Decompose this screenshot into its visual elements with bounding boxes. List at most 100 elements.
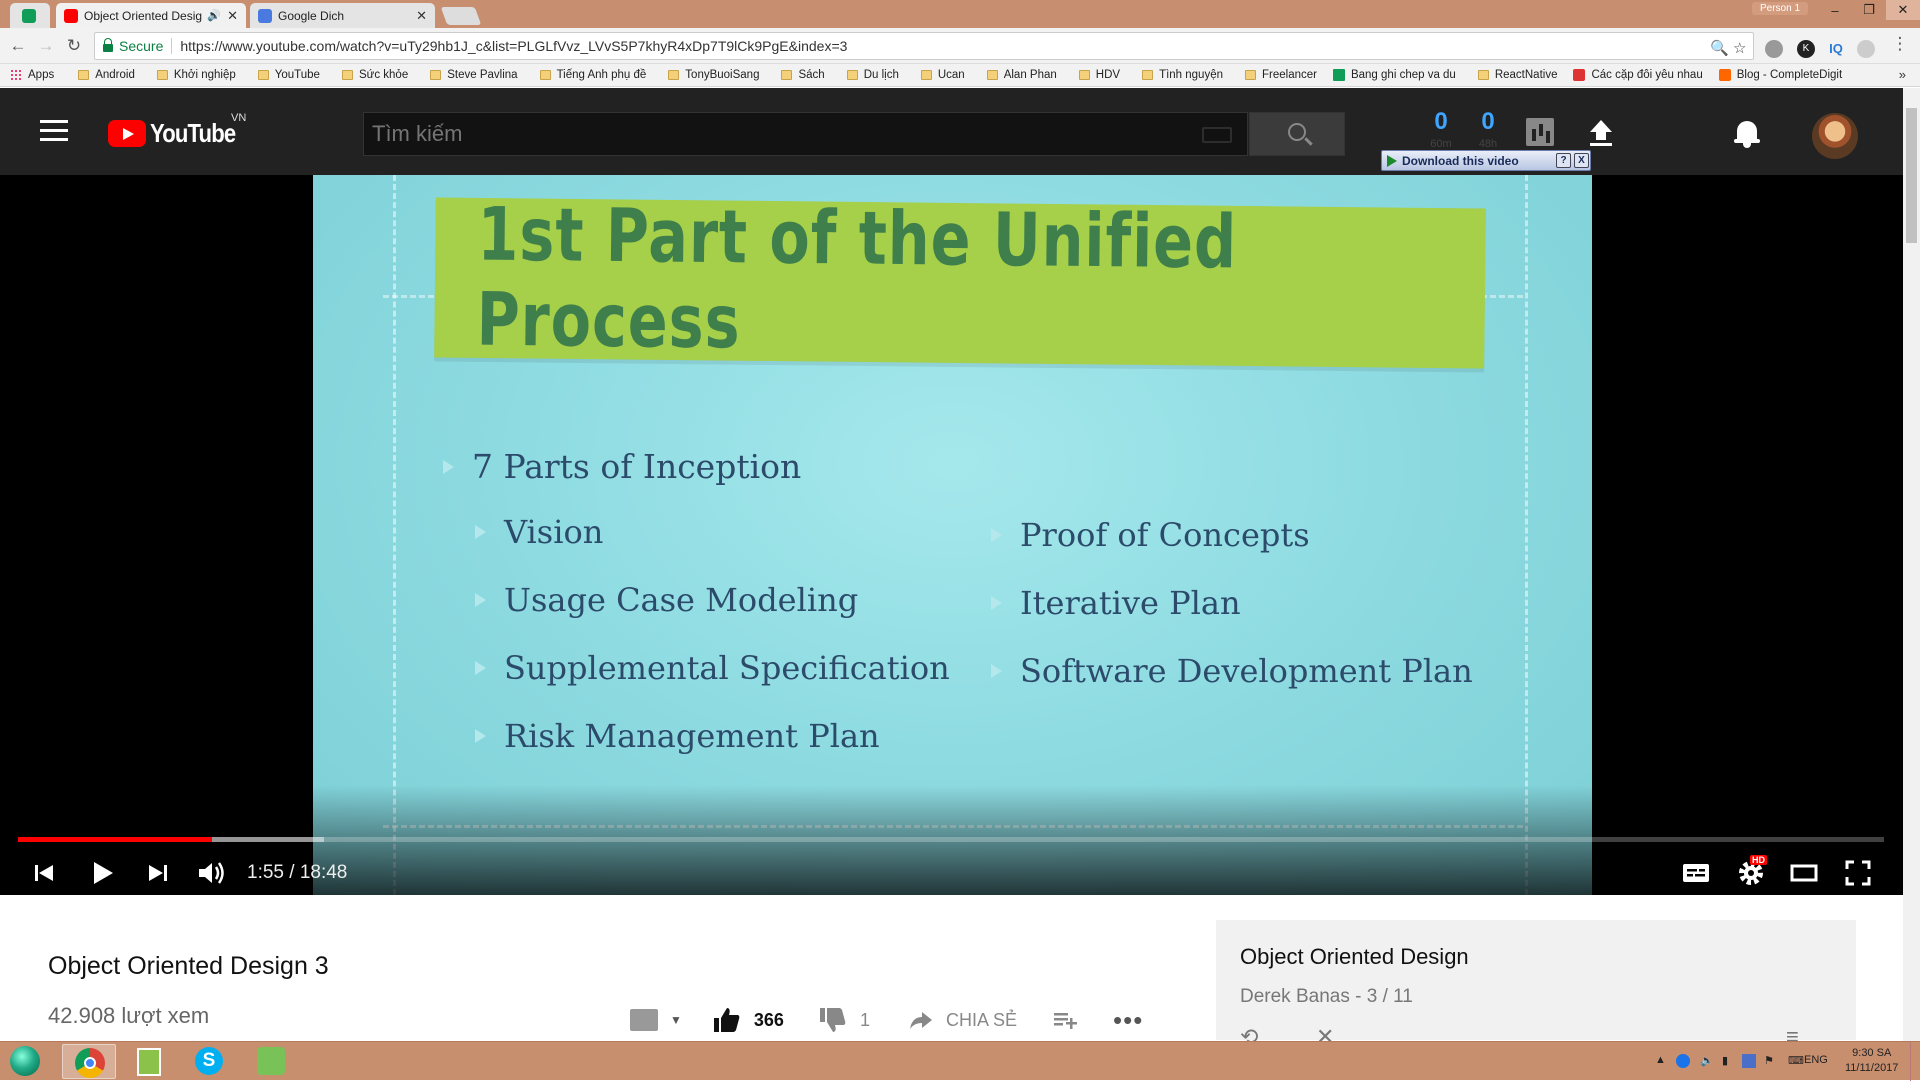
- add-to-playlist-icon[interactable]: [1051, 1006, 1079, 1034]
- menu-icon[interactable]: [40, 120, 68, 142]
- bookmark-item[interactable]: Ucan: [920, 69, 965, 81]
- extension-k-icon[interactable]: K: [1797, 40, 1815, 58]
- reload-icon[interactable]: ↻: [64, 36, 84, 56]
- apps-grid-icon[interactable]: [1662, 122, 1688, 148]
- address-bar[interactable]: Secure https://www.youtube.com/watch?v=u…: [94, 32, 1754, 60]
- zoom-icon[interactable]: 🔍: [1710, 39, 1729, 57]
- bookmark-label: Du lịch: [863, 69, 899, 81]
- youtube-logo[interactable]: YouTube VN: [108, 112, 250, 149]
- bookmark-item[interactable]: Tiếng Anh phụ đề: [539, 69, 646, 81]
- dislike-icon[interactable]: [818, 1005, 848, 1035]
- bookmark-item[interactable]: Freelancer: [1245, 69, 1317, 81]
- extension-icon[interactable]: [1765, 40, 1783, 58]
- bookmark-item[interactable]: Các cặp đôi yêu nhau: [1573, 69, 1703, 81]
- youtube-play-logo-icon: [108, 120, 146, 147]
- bookmark-item[interactable]: Khởi nghiệp: [156, 69, 236, 81]
- keyboard-tray-icon[interactable]: ⌨: [1788, 1054, 1804, 1067]
- next-icon[interactable]: [140, 855, 176, 891]
- close-window-icon[interactable]: ✕: [1886, 0, 1920, 20]
- bullet-main: 7 Parts of Inception: [443, 447, 801, 486]
- extension-iq-icon[interactable]: IQ: [1827, 40, 1845, 58]
- counter-60m[interactable]: 0 60m: [1426, 108, 1456, 150]
- extension-icon[interactable]: [1857, 40, 1875, 58]
- download-video-bar[interactable]: Download this video ? X: [1381, 150, 1591, 171]
- counter-48h[interactable]: 0 48h: [1473, 108, 1503, 150]
- scrollbar-thumb[interactable]: [1906, 108, 1917, 243]
- analytics-icon[interactable]: [1526, 118, 1554, 146]
- tab-youtube[interactable]: Object Oriented Desig 🔊 ✕: [56, 3, 246, 28]
- show-desktop[interactable]: [1910, 1042, 1920, 1081]
- bookmark-item[interactable]: Bang ghi chep va du: [1332, 69, 1456, 81]
- bookmark-apps[interactable]: Apps: [10, 69, 54, 81]
- bookmark-item[interactable]: Steve Pavlina: [430, 69, 518, 81]
- tray-app-icon[interactable]: [1676, 1054, 1690, 1068]
- forward-icon[interactable]: →: [36, 36, 56, 56]
- bookmark-item[interactable]: Blog - CompleteDigit: [1718, 69, 1842, 81]
- video-player[interactable]: 1st Part of the Unified Process 7 Parts …: [0, 175, 1920, 895]
- clock-date: 11/11/2017: [1845, 1062, 1899, 1074]
- volume-icon[interactable]: [193, 855, 229, 891]
- url-text[interactable]: https://www.youtube.com/watch?v=uTy29hb1…: [180, 38, 847, 54]
- folder-icon: [78, 70, 90, 80]
- bookmark-item[interactable]: YouTube: [257, 69, 320, 81]
- bookmark-label: Các cặp đôi yêu nhau: [1591, 69, 1703, 81]
- bullet-text: Software Development Plan: [1020, 652, 1473, 690]
- playlist-title[interactable]: Object Oriented Design: [1240, 944, 1469, 970]
- flag-tray-icon[interactable]: ⚑: [1764, 1054, 1774, 1067]
- bookmark-item[interactable]: Du lịch: [846, 69, 899, 81]
- start-button[interactable]: [10, 1046, 40, 1076]
- bookmark-item[interactable]: Sức khỏe: [341, 69, 408, 81]
- taskbar-notes[interactable]: [122, 1044, 176, 1079]
- more-actions-icon[interactable]: •••: [1113, 1005, 1143, 1036]
- chrome-menu-icon[interactable]: ⋮: [1890, 34, 1910, 54]
- tray-app-icon[interactable]: [1742, 1054, 1756, 1068]
- volume-tray-icon[interactable]: 🔈: [1700, 1054, 1714, 1067]
- bookmark-item[interactable]: Sách: [781, 69, 825, 81]
- network-tray-icon[interactable]: ▮: [1722, 1054, 1728, 1067]
- back-icon[interactable]: ←: [8, 36, 28, 56]
- addon-icon[interactable]: [630, 1009, 658, 1031]
- language-indicator[interactable]: ENG: [1804, 1054, 1828, 1066]
- taskbar-skype[interactable]: S: [182, 1044, 236, 1079]
- fullscreen-icon[interactable]: [1840, 855, 1876, 891]
- previous-icon[interactable]: [26, 855, 62, 891]
- bookmark-item[interactable]: ReactNative: [1477, 69, 1557, 81]
- bookmark-item[interactable]: Alan Phan: [986, 69, 1057, 81]
- profile-button[interactable]: Person 1: [1752, 2, 1809, 15]
- help-icon[interactable]: ?: [1556, 153, 1571, 168]
- keyboard-icon[interactable]: [1202, 127, 1232, 143]
- subtitles-icon[interactable]: [1678, 855, 1714, 891]
- bookmark-item[interactable]: TonyBuoiSang: [668, 69, 759, 81]
- tray-overflow-icon[interactable]: ▲: [1655, 1054, 1666, 1066]
- search-button[interactable]: [1249, 112, 1345, 156]
- avatar[interactable]: [1812, 113, 1858, 159]
- tab-google-dich[interactable]: Google Dich ✕: [250, 3, 435, 28]
- bookmark-item[interactable]: Tình nguyện: [1142, 69, 1223, 81]
- share-icon[interactable]: [908, 1007, 934, 1033]
- play-icon[interactable]: [84, 855, 120, 891]
- bookmark-item[interactable]: HDV: [1078, 69, 1120, 81]
- audio-playing-icon[interactable]: 🔊: [207, 9, 221, 22]
- bookmark-star-icon[interactable]: ☆: [1733, 39, 1746, 57]
- restore-icon[interactable]: ❐: [1852, 0, 1886, 20]
- bookmarks-overflow-icon[interactable]: »: [1899, 67, 1906, 82]
- clock[interactable]: 9:30 SA 11/11/2017: [1845, 1046, 1898, 1076]
- chevron-down-icon[interactable]: ▼: [670, 1013, 682, 1027]
- close-tab-icon[interactable]: ✕: [416, 8, 427, 24]
- page-scrollbar[interactable]: [1903, 88, 1920, 1041]
- new-tab-button[interactable]: [440, 7, 482, 25]
- minimize-icon[interactable]: –: [1818, 0, 1852, 20]
- search-input[interactable]: [372, 113, 1072, 155]
- close-icon[interactable]: X: [1574, 153, 1589, 168]
- progress-bar[interactable]: [18, 837, 1884, 842]
- bookmark-item[interactable]: Android: [78, 69, 135, 81]
- sheets-tab[interactable]: [10, 3, 50, 28]
- taskbar-chrome[interactable]: [62, 1044, 116, 1079]
- theater-mode-icon[interactable]: [1786, 855, 1822, 891]
- share-button[interactable]: CHIA SẺ: [946, 1010, 1017, 1031]
- counter-sub: 60m: [1430, 138, 1452, 150]
- like-icon[interactable]: [712, 1005, 742, 1035]
- counter-sub: 48h: [1478, 138, 1498, 150]
- taskbar-android-studio[interactable]: [244, 1044, 298, 1079]
- close-tab-icon[interactable]: ✕: [227, 8, 238, 24]
